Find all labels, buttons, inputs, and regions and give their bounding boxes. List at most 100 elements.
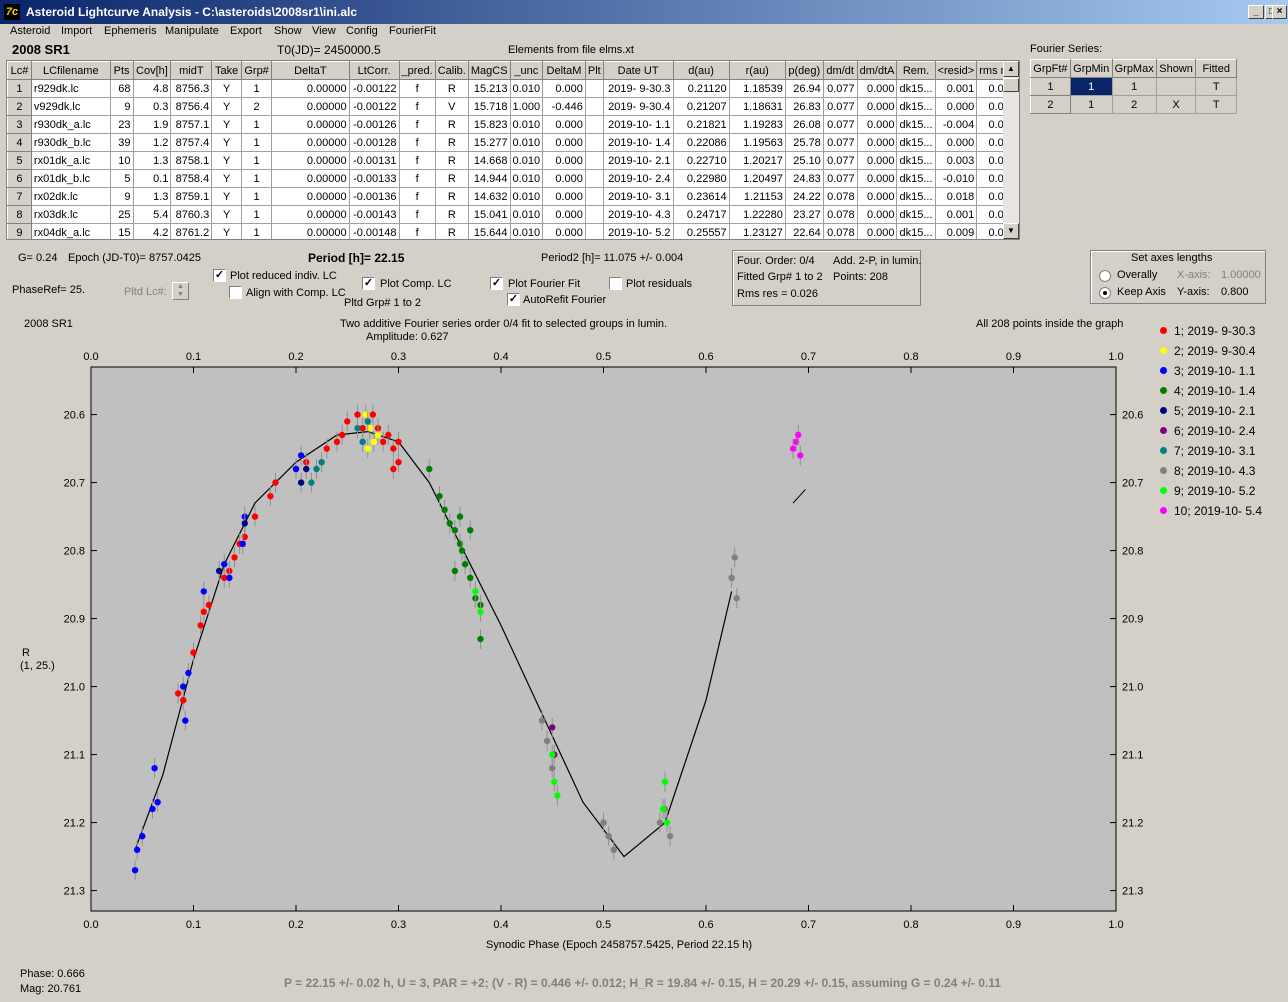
lc-cell[interactable]: 8759.1 xyxy=(170,187,213,206)
lc-cell[interactable]: -0.00131 xyxy=(349,151,400,170)
lc-cell[interactable]: 15.823 xyxy=(468,115,511,134)
table-row[interactable]: 6 rx01dk_b.lc 5 0.1 8758.4 Y 1 0.00000 -0.00133 f… xyxy=(7,169,1019,188)
lc-cell[interactable]: 9 xyxy=(110,97,134,116)
lc-cell[interactable]: R xyxy=(435,169,469,188)
table-row[interactable]: 4 r930dk_b.lc 39 1.2 8757.4 Y 1 0.00000 -0.00128… xyxy=(7,133,1019,152)
plot-residuals-checkbox[interactable] xyxy=(609,277,622,290)
lc-cell[interactable]: 23.27 xyxy=(785,205,824,224)
lc-cell[interactable]: 8757.1 xyxy=(170,115,213,134)
lc-cell[interactable]: 24.22 xyxy=(785,187,824,206)
lc-cell[interactable]: 0.00000 xyxy=(271,115,350,134)
lc-cell[interactable] xyxy=(585,205,604,224)
lc-cell[interactable] xyxy=(585,115,604,134)
lc-cell[interactable]: 8761.2 xyxy=(170,223,213,239)
lc-header-7[interactable]: DeltaT xyxy=(271,61,350,80)
lc-cell[interactable]: Y xyxy=(211,151,243,170)
lc-cell[interactable]: 26.83 xyxy=(785,97,824,116)
lc-cell[interactable]: 2019-10- 1.1 xyxy=(603,115,674,134)
lc-cell[interactable]: 0.1 xyxy=(133,169,172,188)
scroll-thumb[interactable] xyxy=(1003,78,1019,92)
fs-header-0[interactable]: GrpFt# xyxy=(1030,59,1071,78)
lc-cell[interactable]: 1.3 xyxy=(133,187,172,206)
lc-cell[interactable]: 0.00000 xyxy=(271,133,350,152)
lc-cell[interactable]: 0.010 xyxy=(510,223,544,239)
lc-cell[interactable]: 2 xyxy=(7,97,32,116)
lc-cell[interactable]: f xyxy=(399,115,436,134)
lc-cell[interactable]: 2019-10- 5.2 xyxy=(603,223,674,239)
lc-cell[interactable]: 2019-10- 2.4 xyxy=(603,169,674,188)
lc-cell[interactable]: -0.00122 xyxy=(349,79,400,98)
lc-cell[interactable]: 0.000 xyxy=(542,223,586,239)
lc-cell[interactable]: 0.000 xyxy=(857,79,898,98)
lc-cell[interactable]: 5.4 xyxy=(133,205,172,224)
lc-cell[interactable]: rx02dk.lc xyxy=(31,187,111,206)
lc-cell[interactable]: 1.20497 xyxy=(729,169,786,188)
lc-cell[interactable]: 24.83 xyxy=(785,169,824,188)
lc-cell[interactable]: R xyxy=(435,79,469,98)
lc-cell[interactable]: dk15... xyxy=(896,133,936,152)
lc-cell[interactable]: dk15... xyxy=(896,223,936,239)
fs-header-3[interactable]: Shown xyxy=(1155,59,1197,78)
lc-cell[interactable]: -0.446 xyxy=(542,97,586,116)
lc-cell[interactable]: dk15... xyxy=(896,169,936,188)
lc-cell[interactable]: Y xyxy=(211,97,243,116)
lc-cell[interactable]: f xyxy=(399,151,436,170)
lc-cell[interactable]: 0.22980 xyxy=(673,169,730,188)
minimize-button[interactable]: _ xyxy=(1248,5,1264,19)
lc-cell[interactable]: 39 xyxy=(110,133,134,152)
fs-header-1[interactable]: GrpMin xyxy=(1069,59,1113,78)
table-row[interactable]: 3 r930dk_a.lc 23 1.9 8757.1 Y 1 0.00000 -0.00126… xyxy=(7,115,1019,134)
lc-cell[interactable]: 0.077 xyxy=(823,133,858,152)
lc-cell[interactable] xyxy=(585,79,604,98)
lc-cell[interactable]: -0.00148 xyxy=(349,223,400,239)
lc-cell[interactable]: 0.000 xyxy=(857,97,898,116)
lc-cell[interactable]: 1.000 xyxy=(510,97,544,116)
lc-cell[interactable]: 2 xyxy=(241,97,273,116)
lc-cell[interactable]: 1 xyxy=(241,187,273,206)
lc-header-15[interactable]: Date UT xyxy=(602,61,674,80)
lc-cell[interactable]: 6 xyxy=(7,169,32,188)
lc-cell[interactable]: 2019-10- 2.1 xyxy=(603,151,674,170)
lc-cell[interactable]: 0.000 xyxy=(542,115,586,134)
lc-cell[interactable]: -0.00122 xyxy=(349,97,400,116)
lc-cell[interactable]: r930dk_a.lc xyxy=(31,115,111,134)
lc-cell[interactable]: 0.22710 xyxy=(673,151,730,170)
lc-cell[interactable]: -0.00133 xyxy=(349,169,400,188)
lc-cell[interactable]: 0.001 xyxy=(935,79,978,98)
lc-cell[interactable]: 15.041 xyxy=(468,205,511,224)
lc-cell[interactable]: 5 xyxy=(110,169,134,188)
lc-cell[interactable]: dk15... xyxy=(896,97,936,116)
menu-config[interactable]: Config xyxy=(346,25,378,37)
lc-cell[interactable]: 4.2 xyxy=(133,223,172,239)
lc-header-18[interactable]: p(deg) xyxy=(784,61,824,80)
lc-cell[interactable]: 0.00000 xyxy=(271,205,350,224)
lc-header-0[interactable]: Lc# xyxy=(7,61,32,80)
lc-cell[interactable]: 1 xyxy=(241,223,273,239)
lc-cell[interactable]: 0.000 xyxy=(857,115,898,134)
lc-cell[interactable]: 0.077 xyxy=(823,115,858,134)
plot-comp-checkbox[interactable]: ✓ xyxy=(362,277,375,290)
lc-cell[interactable]: f xyxy=(399,97,436,116)
lc-cell[interactable]: 0.010 xyxy=(510,151,544,170)
lc-cell[interactable]: 0.24717 xyxy=(673,205,730,224)
lc-cell[interactable]: 0.00000 xyxy=(271,187,350,206)
menu-export[interactable]: Export xyxy=(230,25,262,37)
lc-cell[interactable]: Y xyxy=(211,79,243,98)
menu-show[interactable]: Show xyxy=(274,25,302,37)
lc-cell[interactable]: 0.21207 xyxy=(673,97,730,116)
lc-cell[interactable]: dk15... xyxy=(896,151,936,170)
lc-cell[interactable]: Y xyxy=(211,223,243,239)
scroll-up-arrow-icon[interactable]: ▲ xyxy=(1003,61,1019,77)
lc-cell[interactable]: 0.21120 xyxy=(673,79,730,98)
lc-cell[interactable]: 0.077 xyxy=(823,151,858,170)
lc-cell[interactable]: 0.00000 xyxy=(271,97,350,116)
lc-header-3[interactable]: Cov[h] xyxy=(132,61,172,80)
lc-cell[interactable]: 4 xyxy=(7,133,32,152)
lc-cell[interactable]: 1 xyxy=(241,205,273,224)
lc-cell[interactable]: 2019-10- 1.4 xyxy=(603,133,674,152)
lc-cell[interactable]: 0.00000 xyxy=(271,79,350,98)
lc-cell[interactable]: 23 xyxy=(110,115,134,134)
lc-cell[interactable] xyxy=(585,133,604,152)
lc-cell[interactable]: 1 xyxy=(241,79,273,98)
lc-cell[interactable]: 0.000 xyxy=(542,205,586,224)
